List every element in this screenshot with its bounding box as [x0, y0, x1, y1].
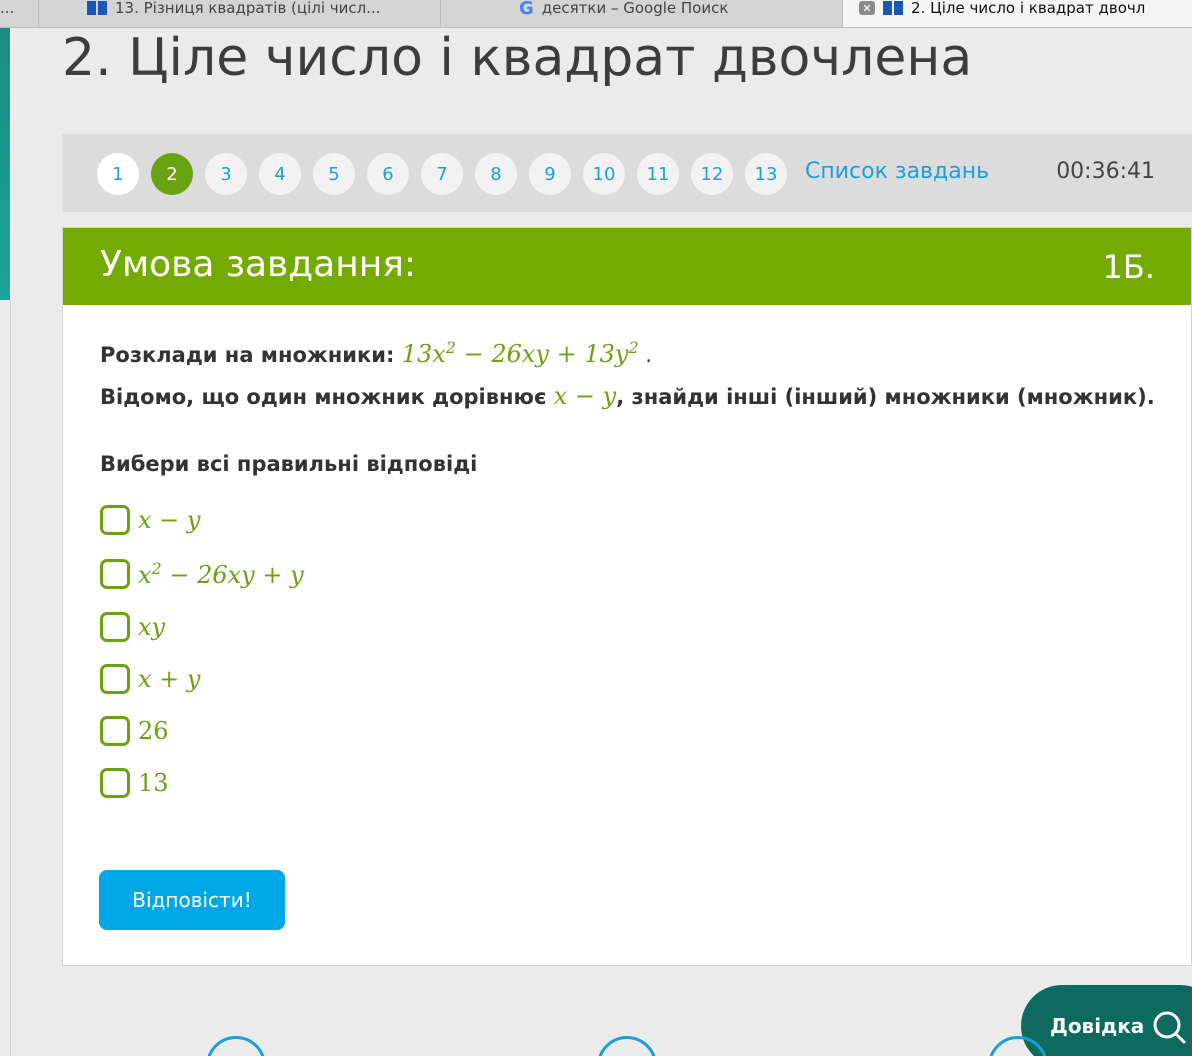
browser-tab-0[interactable]: ... [0, 0, 38, 27]
question-text: Відомо, що один множник дорівнює [100, 385, 554, 409]
question-end: , знайди інші (інший) множники (множник)… [616, 385, 1155, 409]
task-condition-title: Умова завдання: [100, 244, 417, 285]
option-text: 26 [138, 717, 169, 745]
option-checkbox[interactable] [100, 716, 130, 746]
expr-exponent: 2 [445, 338, 456, 357]
browser-tab-bar: ... 13. Різниця квадратів (цілі числ... … [0, 0, 1192, 28]
task-number-1[interactable]: 1 [97, 153, 139, 195]
task-number-5[interactable]: 5 [313, 153, 355, 195]
browser-tab-3-active[interactable]: ✕ 2. Ціле число і квадрат двочл [842, 0, 1192, 27]
task-number-3[interactable]: 3 [205, 153, 247, 195]
option-text: 13 [138, 769, 169, 797]
submit-answer-button[interactable]: Відповісти! [99, 870, 285, 930]
task-number-4[interactable]: 4 [259, 153, 301, 195]
close-icon[interactable]: ✕ [859, 1, 875, 15]
task-number-13[interactable]: 13 [745, 153, 787, 195]
task-number-11[interactable]: 11 [637, 153, 679, 195]
task-card: Умова завдання: 1Б. Розклади на множники… [62, 227, 1192, 966]
task-card-header: Умова завдання: 1Б. [63, 228, 1191, 305]
option-checkbox[interactable] [100, 559, 130, 589]
option-text: x − y [138, 506, 201, 534]
expr-exponent: 2 [151, 559, 162, 578]
task-number-12[interactable]: 12 [691, 153, 733, 195]
task-number-7[interactable]: 7 [421, 153, 463, 195]
task-number-9[interactable]: 9 [529, 153, 571, 195]
book-icon [883, 1, 903, 15]
option-checkbox[interactable] [100, 505, 130, 535]
task-number-6[interactable]: 6 [367, 153, 409, 195]
browser-tab-2[interactable]: G десятки – Google Поиск [440, 0, 842, 27]
question-expression: x − y [553, 382, 617, 410]
expr-part: x [138, 561, 152, 589]
question-line-2: Відомо, що один множник дорівнює x − y, … [100, 382, 1155, 410]
help-label: Довідка [1050, 1014, 1145, 1038]
option-checkbox[interactable] [100, 664, 130, 694]
google-icon: G [519, 0, 534, 19]
tab-label: ... [0, 0, 15, 17]
question-expression: 13x2 − 26xy + 13y2 [401, 338, 639, 368]
option-text: x2 − 26xy + y [138, 559, 304, 589]
help-button[interactable]: Довідка [1021, 985, 1192, 1056]
tab-label: десятки – Google Поиск [541, 0, 729, 17]
expr-part: 13x [401, 340, 446, 368]
answer-option-3[interactable]: xy [100, 612, 165, 642]
search-icon [1151, 1009, 1187, 1049]
browser-tab-1[interactable]: 13. Різниця квадратів (цілі числ... [38, 0, 440, 27]
answer-option-4[interactable]: x + y [100, 664, 200, 694]
task-number-2[interactable]: 2 [151, 153, 193, 195]
book-icon [87, 1, 107, 15]
page-title: 2. Ціле число і квадрат двочлена [62, 28, 973, 88]
question-text: Розклади на множники: [100, 343, 402, 367]
timer: 00:36:41 [1056, 159, 1155, 184]
question-line-1: Розклади на множники: 13x2 − 26xy + 13y2… [100, 338, 652, 368]
question-end: . [638, 343, 652, 367]
option-checkbox[interactable] [100, 612, 130, 642]
tab-label: 13. Різниця квадратів (цілі числ... [115, 0, 381, 17]
task-navigation: 1 2 3 4 5 6 7 8 9 10 11 12 13 Список зав… [62, 134, 1192, 212]
answer-option-6[interactable]: 13 [100, 768, 169, 798]
task-number-8[interactable]: 8 [475, 153, 517, 195]
expr-exponent: 2 [628, 338, 639, 357]
select-prompt: Вибери всі правильні відповіді [100, 452, 478, 476]
task-list-link[interactable]: Список завдань [805, 159, 989, 184]
option-text: xy [138, 613, 166, 641]
task-number-10[interactable]: 10 [583, 153, 625, 195]
left-divider [10, 300, 11, 1056]
option-checkbox[interactable] [100, 768, 130, 798]
option-text: x + y [138, 665, 201, 693]
bottom-nav-icon[interactable] [206, 1036, 266, 1056]
bottom-nav-icon[interactable] [597, 1036, 657, 1056]
task-points: 1Б. [1102, 248, 1155, 286]
left-accent-strip [0, 28, 10, 300]
expr-part: − 26xy + y [161, 561, 304, 589]
expr-part: − 26xy + 13y [455, 340, 629, 368]
tab-label: 2. Ціле число і квадрат двочл [911, 0, 1146, 17]
answer-option-2[interactable]: x2 − 26xy + y [100, 559, 304, 589]
answer-option-1[interactable]: x − y [100, 505, 200, 535]
answer-option-5[interactable]: 26 [100, 716, 169, 746]
